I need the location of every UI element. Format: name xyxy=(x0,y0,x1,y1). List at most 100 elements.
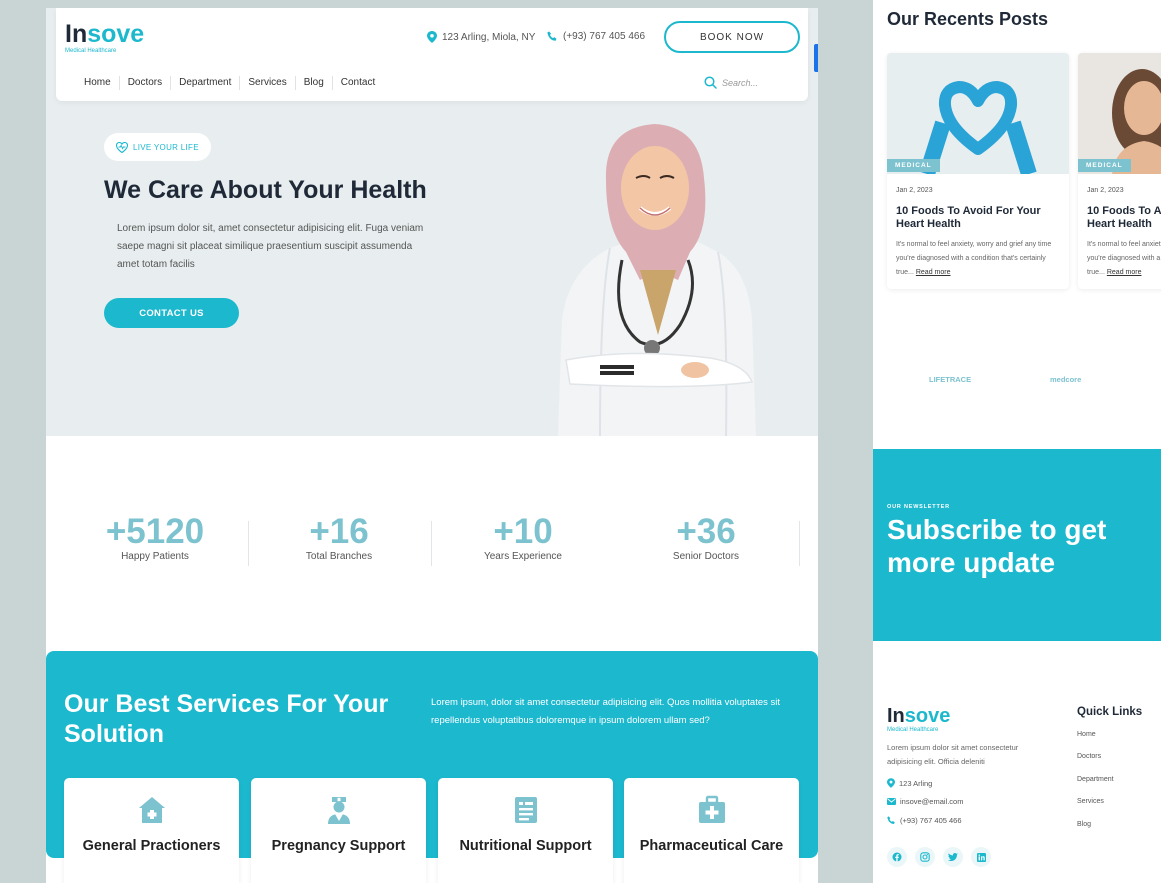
footer-phone[interactable]: (+93) 767 405 466 xyxy=(887,816,962,825)
search-box[interactable]: Search... xyxy=(704,76,758,89)
nav-item-contact[interactable]: Contact xyxy=(333,76,383,90)
service-card-nutritional[interactable]: Nutritional Support xyxy=(438,778,613,883)
instagram-icon[interactable] xyxy=(915,847,935,867)
posts-heading: Our Recents Posts xyxy=(887,9,1049,29)
logo-text-part1: In xyxy=(65,20,88,48)
stat-label: Happy Patients xyxy=(121,551,189,562)
right-panel: Our Recents Posts MEDICAL Jan 2, 2023 10… xyxy=(873,0,1161,883)
logo-text-part1: In xyxy=(887,705,905,727)
service-card-pregnancy[interactable]: Pregnancy Support xyxy=(251,778,426,883)
service-card-title: Nutritional Support xyxy=(459,838,592,854)
post-title[interactable]: 10 Foods To Avoid For Your Heart Health xyxy=(1087,205,1161,231)
nav-item-home[interactable]: Home xyxy=(84,76,120,90)
nurse-icon xyxy=(328,797,350,824)
twitter-icon[interactable] xyxy=(943,847,963,867)
post-excerpt: It's normal to feel anxiety, worry and g… xyxy=(1087,238,1161,280)
header-address-text: 123 Arling, Miola, NY xyxy=(442,31,536,43)
nav-item-doctors[interactable]: Doctors xyxy=(120,76,172,90)
service-card-pharmaceutical[interactable]: Pharmaceutical Care xyxy=(624,778,799,883)
footer-email[interactable]: insove@email.com xyxy=(887,797,963,806)
hero-title: We Care About Your Health xyxy=(104,176,427,204)
hero-description: Lorem ipsum dolor sit, amet consectetur … xyxy=(117,223,424,270)
stat-happy-patients: +5120 Happy Patients xyxy=(63,512,247,563)
quick-links-heading: Quick Links xyxy=(1077,706,1143,718)
linkedin-icon[interactable] xyxy=(971,847,991,867)
services-title: Our Best Services For Your Solution xyxy=(64,690,389,748)
footer-address: 123 Arling xyxy=(887,778,932,788)
stat-years-experience: +10 Years Experience xyxy=(431,512,615,563)
book-now-button[interactable]: BOOK NOW xyxy=(664,21,800,53)
side-tab[interactable] xyxy=(814,44,818,72)
house-medical-icon xyxy=(139,797,165,823)
stat-total-branches: +16 Total Branches xyxy=(247,512,431,563)
services-description: Lorem ipsum, dolor sit amet consectetur … xyxy=(431,697,781,726)
search-icon[interactable] xyxy=(704,76,717,89)
email-icon xyxy=(887,798,896,805)
contact-us-button[interactable]: CONTACT US xyxy=(104,298,239,328)
post-tag: MEDICAL xyxy=(1078,159,1131,172)
footer-address-text: 123 Arling xyxy=(899,778,933,788)
document-list-icon xyxy=(515,797,537,823)
search-placeholder[interactable]: Search... xyxy=(722,78,758,88)
post-tag: MEDICAL xyxy=(887,159,940,172)
footer-phone-text[interactable]: (+93) 767 405 466 xyxy=(900,816,962,825)
main-page: Insove Medical Healthcare 123 Arling, Mi… xyxy=(46,8,818,883)
logo-text-part2: sove xyxy=(87,20,145,48)
post-date: Jan 2, 2023 xyxy=(1087,187,1124,194)
hero-tagline-pill: LIVE YOUR LIFE xyxy=(104,133,211,161)
location-pin-icon xyxy=(427,31,437,43)
logo-tagline: Medical Healthcare xyxy=(65,48,117,54)
post-excerpt: It's normal to feel anxiety, worry and g… xyxy=(896,238,1064,280)
doctor-illustration xyxy=(558,124,756,436)
stat-label: Years Experience xyxy=(483,551,562,562)
stat-senior-doctors: +36 Senior Doctors xyxy=(614,512,798,563)
quick-link-home[interactable]: Home xyxy=(1077,731,1096,738)
quick-link-blog[interactable]: Blog xyxy=(1077,821,1091,828)
service-card-general[interactable]: General Practioners xyxy=(64,778,239,883)
newsletter-section: OUR NEWSLETTER Subscribe to get more upd… xyxy=(873,449,1161,641)
footer-logo[interactable]: Insove Medical Healthcare xyxy=(887,706,950,733)
read-more-link[interactable]: Read more xyxy=(916,269,951,276)
quick-link-services[interactable]: Services xyxy=(1077,798,1104,805)
service-card-title: General Practioners xyxy=(82,838,221,854)
nav-item-department[interactable]: Department xyxy=(171,76,241,90)
header-bar: Insove Medical Healthcare 123 Arling, Mi… xyxy=(56,8,808,101)
service-card-title: Pregnancy Support xyxy=(271,838,406,854)
header-phone: (+93) 767 405 466 xyxy=(547,31,645,42)
logo-tagline: Medical Healthcare xyxy=(887,727,939,733)
quick-link-department[interactable]: Department xyxy=(1077,776,1114,783)
stat-label: Total Branches xyxy=(305,551,373,562)
post-card[interactable]: MEDICAL Jan 2, 2023 10 Foods To Avoid Fo… xyxy=(887,53,1069,289)
location-pin-icon xyxy=(887,778,895,788)
stat-value: +36 xyxy=(676,512,736,551)
hero-tagline-text: LIVE YOUR LIFE xyxy=(133,142,199,152)
footer-email-text[interactable]: insove@email.com xyxy=(900,797,963,806)
stat-label: Senior Doctors xyxy=(672,551,740,562)
partner-logo-medcore: medcore xyxy=(1050,375,1082,384)
read-more-link[interactable]: Read more xyxy=(1107,269,1142,276)
medical-kit-icon xyxy=(699,795,725,823)
stat-divider xyxy=(799,521,800,566)
quick-link-doctors[interactable]: Doctors xyxy=(1077,753,1101,760)
logo-text-part2: sove xyxy=(904,705,951,727)
partner-logo-lifetrace: LIFETRACE xyxy=(929,375,972,384)
phone-icon xyxy=(887,816,895,824)
site-logo[interactable]: Insove Medical Healthcare xyxy=(65,20,145,55)
facebook-icon[interactable] xyxy=(887,847,907,867)
main-nav: Home Doctors Department Services Blog Co… xyxy=(84,76,383,90)
stat-value: +10 xyxy=(493,512,553,551)
post-image-woman xyxy=(1078,53,1161,174)
stat-value: +5120 xyxy=(105,512,205,551)
post-date: Jan 2, 2023 xyxy=(896,187,933,194)
phone-icon xyxy=(547,31,557,41)
post-card[interactable]: MEDICAL Jan 2, 2023 10 Foods To Avoid Fo… xyxy=(1078,53,1161,289)
newsletter-title: Subscribe to get more update xyxy=(887,514,1107,578)
newsletter-eyebrow: OUR NEWSLETTER xyxy=(887,504,950,510)
heart-pulse-icon xyxy=(116,141,128,153)
nav-item-services[interactable]: Services xyxy=(240,76,296,90)
post-title[interactable]: 10 Foods To Avoid For Your Heart Health xyxy=(896,205,1064,231)
stat-value: +16 xyxy=(309,512,369,551)
nav-item-blog[interactable]: Blog xyxy=(296,76,333,90)
post-image-heart-gloves xyxy=(887,53,1069,174)
service-card-title: Pharmaceutical Care xyxy=(639,838,784,854)
